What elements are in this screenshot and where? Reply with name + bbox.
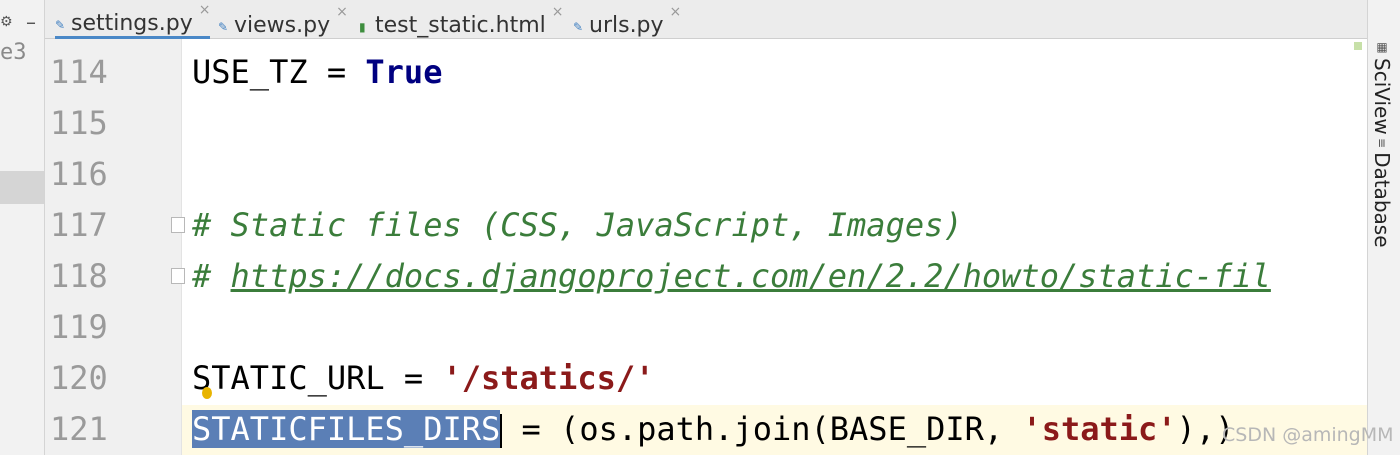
tab-urls-py[interactable]: ✎ urls.py ×	[573, 0, 681, 38]
tab-label: views.py	[234, 13, 331, 38]
project-tool-strip: ⚙ – e3	[0, 0, 45, 455]
line-number: 120	[50, 359, 108, 397]
database-icon: ≡	[1375, 138, 1389, 149]
python-file-icon: ✎	[218, 20, 229, 34]
sciview-tool-tab[interactable]: ▦ SciView	[1370, 40, 1394, 135]
selected-text: STATICFILES_DIRS	[192, 410, 501, 448]
sciview-label: SciView	[1370, 58, 1394, 135]
tab-label: test_static.html	[375, 13, 546, 38]
code-token: STATIC_URL =	[192, 359, 443, 397]
editor-tab-bar: ✎ settings.py × ✎ views.py × ▮ test_stat…	[45, 0, 1367, 39]
tab-test-static-html[interactable]: ▮ test_static.html ×	[359, 0, 564, 38]
database-tool-tab[interactable]: ≡ Database	[1370, 138, 1394, 248]
inspection-ok-marker[interactable]	[1354, 42, 1362, 50]
code-editor[interactable]: USE_TZ = True # Static files (CSS, JavaS…	[182, 39, 1367, 455]
database-label: Database	[1370, 152, 1394, 248]
project-tree-selected-row[interactable]	[0, 171, 44, 204]
comment-token: #	[192, 257, 231, 295]
code-line-117[interactable]: # Static files (CSS, JavaScript, Images)	[192, 206, 963, 244]
line-number: 118	[50, 257, 108, 295]
tab-label: settings.py	[71, 11, 193, 36]
string-token: 'static'	[1022, 410, 1177, 448]
line-number: 121	[50, 410, 108, 448]
close-tab-icon[interactable]: ×	[552, 4, 564, 20]
html-file-icon: ▮	[359, 20, 366, 34]
collapse-icon[interactable]: –	[26, 10, 36, 34]
line-number: 114	[50, 53, 108, 91]
tab-views-py[interactable]: ✎ views.py ×	[218, 0, 348, 38]
line-number: 116	[50, 155, 108, 193]
string-token: '/statics/'	[442, 359, 655, 397]
comment-token: # Static files (CSS, JavaScript, Images)	[192, 206, 963, 244]
code-line-120[interactable]: STATIC_URL = '/statics/'	[192, 359, 654, 397]
python-file-icon: ✎	[573, 20, 584, 34]
watermark-text: CSDN @amingMM	[1222, 424, 1394, 446]
gear-icon[interactable]: ⚙	[0, 14, 13, 30]
close-tab-icon[interactable]: ×	[336, 4, 348, 20]
code-token: = (os.path.join(BASE_DIR,	[502, 410, 1023, 448]
code-line-118[interactable]: # https://docs.djangoproject.com/en/2.2/…	[192, 257, 1271, 295]
comment-url-link[interactable]: https://docs.djangoproject.com/en/2.2/ho…	[231, 257, 1271, 295]
project-tree-truncated-text[interactable]: e3	[0, 40, 27, 65]
intention-bulb-icon[interactable]	[202, 387, 212, 399]
sciview-icon: ▦	[1375, 40, 1389, 54]
keyword-token: True	[365, 53, 443, 91]
tab-label: urls.py	[589, 13, 664, 38]
code-line-121[interactable]: STATICFILES_DIRS = (os.path.join(BASE_DI…	[192, 410, 1234, 448]
python-file-icon: ✎	[55, 18, 66, 32]
code-token: USE_TZ =	[192, 53, 366, 91]
line-number: 119	[50, 308, 108, 346]
line-number: 115	[50, 104, 108, 142]
line-number-gutter[interactable]: 114 115 116 117 118 119 120 121	[45, 39, 185, 455]
tab-settings-py[interactable]: ✎ settings.py ×	[55, 0, 211, 39]
code-line-114[interactable]: USE_TZ = True	[192, 53, 442, 91]
right-tool-strip: ▦ SciView ≡ Database	[1367, 0, 1400, 455]
close-tab-icon[interactable]: ×	[199, 2, 211, 18]
line-number: 117	[50, 206, 108, 244]
close-tab-icon[interactable]: ×	[670, 4, 682, 20]
